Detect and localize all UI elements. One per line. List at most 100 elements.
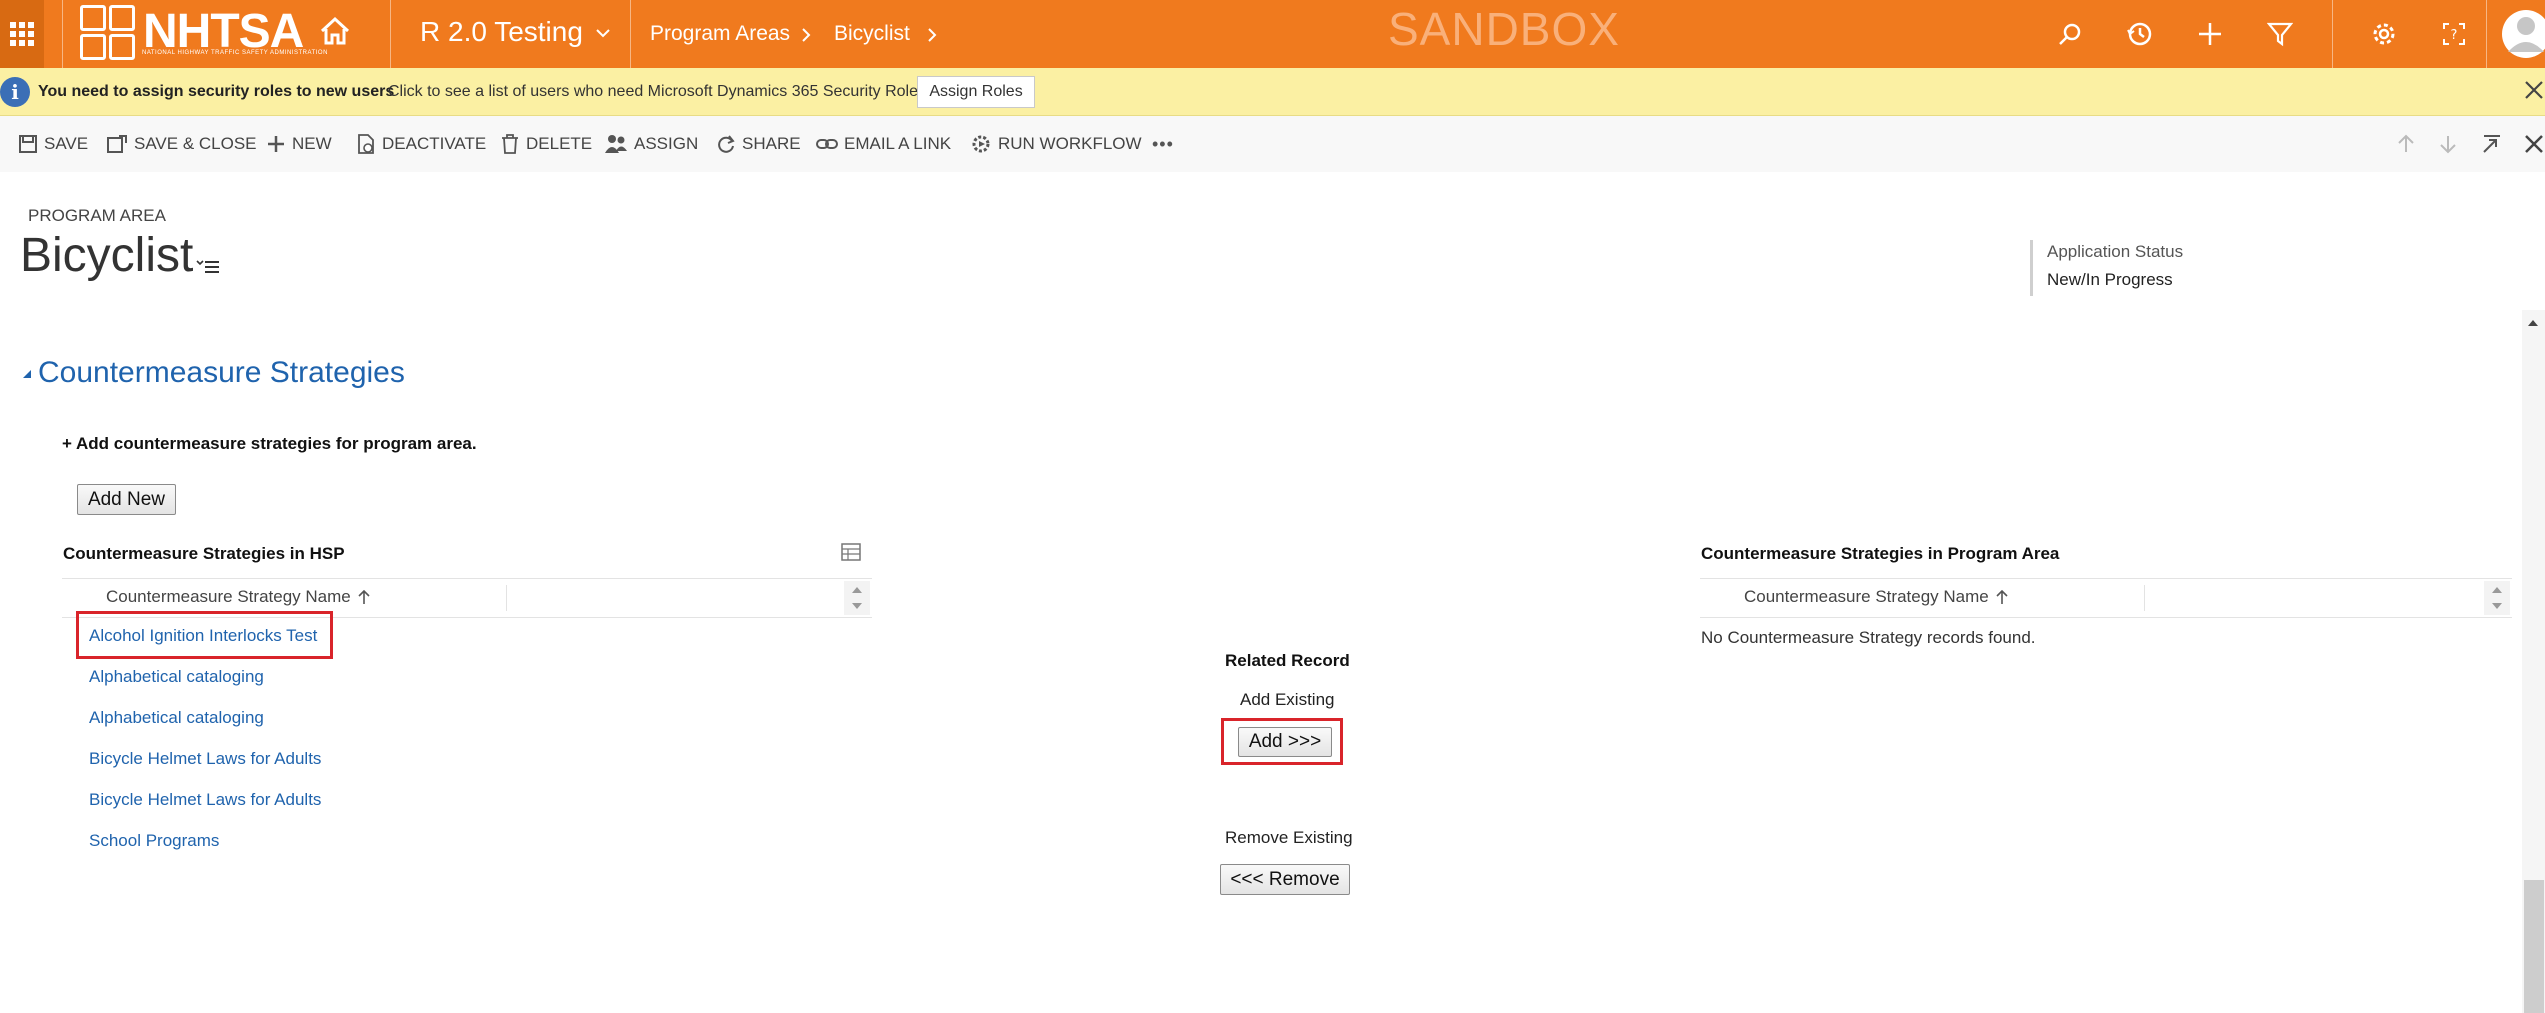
- save-close-label: SAVE & CLOSE: [134, 134, 257, 153]
- create-icon[interactable]: [2194, 18, 2226, 50]
- entity-type-label: PROGRAM AREA: [28, 206, 166, 225]
- add-new-button[interactable]: Add New: [77, 484, 176, 515]
- collapse-section-icon[interactable]: [22, 369, 32, 379]
- arrow-up-icon[interactable]: [2394, 132, 2418, 156]
- home-icon[interactable]: [318, 14, 352, 48]
- program-grid-title: Countermeasure Strategies in Program Are…: [1701, 544, 2060, 563]
- logo-subtitle: NATIONAL HIGHWAY TRAFFIC SAFETY ADMINIST…: [142, 50, 328, 56]
- grid-options-icon[interactable]: [840, 542, 862, 562]
- environment-label: SANDBOX: [1388, 3, 1620, 55]
- highlight-box: [76, 611, 333, 659]
- new-label: NEW: [292, 134, 332, 153]
- column-header-strategy-name[interactable]: Countermeasure Strategy Name: [106, 587, 371, 607]
- top-navigation-bar: NHTSA NATIONAL HIGHWAY TRAFFIC SAFETY AD…: [0, 0, 2545, 68]
- pop-out-icon[interactable]: [2480, 132, 2504, 156]
- table-row[interactable]: Bicycle Helmet Laws for Adults: [89, 790, 321, 810]
- delete-label: DELETE: [526, 134, 593, 153]
- remove-existing-button[interactable]: <<< Remove: [1220, 864, 1350, 895]
- table-row[interactable]: School Programs: [89, 831, 219, 851]
- run-workflow-button[interactable]: RUN WORKFLOW: [970, 132, 1142, 156]
- search-icon[interactable]: [2054, 18, 2086, 50]
- chevron-right-icon[interactable]: [926, 27, 938, 43]
- grid-scrollbar[interactable]: [2484, 581, 2510, 615]
- remove-existing-label: Remove Existing: [1225, 828, 1353, 847]
- help-icon[interactable]: ?: [2438, 18, 2470, 50]
- sort-ascending-icon: [1996, 589, 2008, 604]
- breadcrumb-bicyclist[interactable]: Bicyclist: [834, 22, 910, 46]
- trash-icon: [502, 134, 518, 154]
- table-row[interactable]: Alphabetical cataloging: [89, 708, 264, 728]
- table-row[interactable]: Alphabetical cataloging: [89, 667, 264, 687]
- app-launcher-icon[interactable]: [0, 0, 44, 68]
- section-instruction: + Add countermeasure strategies for prog…: [62, 434, 477, 453]
- notification-message[interactable]: Click to see a list of users who need Mi…: [388, 83, 930, 101]
- notification-title: You need to assign security roles to new…: [38, 83, 395, 100]
- close-record-icon[interactable]: [2522, 132, 2545, 156]
- email-link-label: EMAIL A LINK: [844, 134, 952, 153]
- column-separator: [506, 585, 507, 611]
- hsp-grid-title: Countermeasure Strategies in HSP: [63, 544, 345, 563]
- nav-separator: [630, 0, 631, 68]
- form-selector-icon[interactable]: [196, 256, 220, 276]
- share-button[interactable]: SHARE: [716, 132, 801, 156]
- header-application-status: Application Status New/In Progress: [2030, 240, 2190, 296]
- table-row[interactable]: Bicycle Helmet Laws for Adults: [89, 749, 321, 769]
- notification-bar: i You need to assign security roles to n…: [0, 68, 2545, 116]
- header-field-label: Application Status: [2047, 242, 2184, 261]
- save-button[interactable]: SAVE: [18, 132, 88, 156]
- share-label: SHARE: [742, 134, 801, 153]
- arrow-down-icon[interactable]: [2436, 132, 2460, 156]
- program-grid-header: Countermeasure Strategy Name: [1700, 578, 2512, 618]
- app-name[interactable]: R 2.0 Testing: [420, 16, 583, 48]
- plus-icon: [268, 136, 284, 152]
- nav-separator: [62, 0, 63, 68]
- section-title[interactable]: Countermeasure Strategies: [38, 356, 405, 390]
- more-commands-button[interactable]: •••: [1152, 132, 1174, 156]
- sort-ascending-icon: [358, 589, 370, 604]
- deactivate-button[interactable]: DEACTIVATE: [356, 132, 486, 156]
- more-icon: •••: [1152, 133, 1174, 154]
- user-avatar[interactable]: [2500, 6, 2545, 62]
- chevron-down-icon[interactable]: [594, 24, 612, 42]
- svg-text:?: ?: [2451, 28, 2458, 43]
- nav-separator: [2332, 0, 2333, 68]
- info-icon: i: [0, 77, 30, 107]
- deactivate-label: DEACTIVATE: [382, 134, 487, 153]
- chevron-right-icon: [802, 28, 811, 42]
- grid-scrollbar[interactable]: [844, 581, 870, 615]
- nav-separator: [2486, 0, 2487, 68]
- page-scrollbar-thumb[interactable]: [2524, 880, 2544, 1013]
- logo-text: NHTSA: [143, 5, 304, 58]
- email-link-button[interactable]: EMAIL A LINK: [816, 132, 951, 156]
- record-title: Bicyclist: [20, 229, 194, 282]
- workflow-icon: [972, 135, 990, 153]
- save-close-button[interactable]: SAVE & CLOSE: [106, 132, 257, 156]
- settings-icon[interactable]: [2368, 18, 2400, 50]
- save-close-icon: [107, 135, 127, 153]
- assign-roles-button[interactable]: Assign Roles: [917, 76, 1035, 108]
- close-icon[interactable]: [2522, 78, 2545, 102]
- header-field-value: New/In Progress: [2047, 270, 2173, 289]
- delete-button[interactable]: DELETE: [500, 132, 592, 156]
- highlight-box: [1221, 718, 1343, 765]
- assign-button[interactable]: ASSIGN: [604, 132, 698, 156]
- column-header-label: Countermeasure Strategy Name: [1744, 587, 1989, 606]
- assign-label: ASSIGN: [634, 134, 699, 153]
- share-icon: [718, 135, 735, 153]
- breadcrumb-program-areas[interactable]: Program Areas: [650, 22, 790, 46]
- run-workflow-label: RUN WORKFLOW: [998, 134, 1142, 153]
- command-bar: SAVE SAVE & CLOSE NEW DEACTIVATE DELETE …: [0, 116, 2545, 172]
- recent-icon[interactable]: [2124, 18, 2156, 50]
- nav-separator: [390, 0, 391, 68]
- column-separator: [2144, 585, 2145, 611]
- related-record-title: Related Record: [1225, 651, 1350, 670]
- column-header-label: Countermeasure Strategy Name: [106, 587, 351, 606]
- new-button[interactable]: NEW: [266, 132, 332, 156]
- column-header-strategy-name[interactable]: Countermeasure Strategy Name: [1744, 587, 2009, 607]
- advanced-find-icon[interactable]: [2264, 18, 2296, 50]
- logo-emblem-icon: [80, 4, 135, 60]
- save-label: SAVE: [44, 134, 89, 153]
- save-icon: [19, 135, 37, 153]
- empty-grid-message: No Countermeasure Strategy records found…: [1701, 628, 2036, 647]
- add-existing-label: Add Existing: [1240, 690, 1335, 709]
